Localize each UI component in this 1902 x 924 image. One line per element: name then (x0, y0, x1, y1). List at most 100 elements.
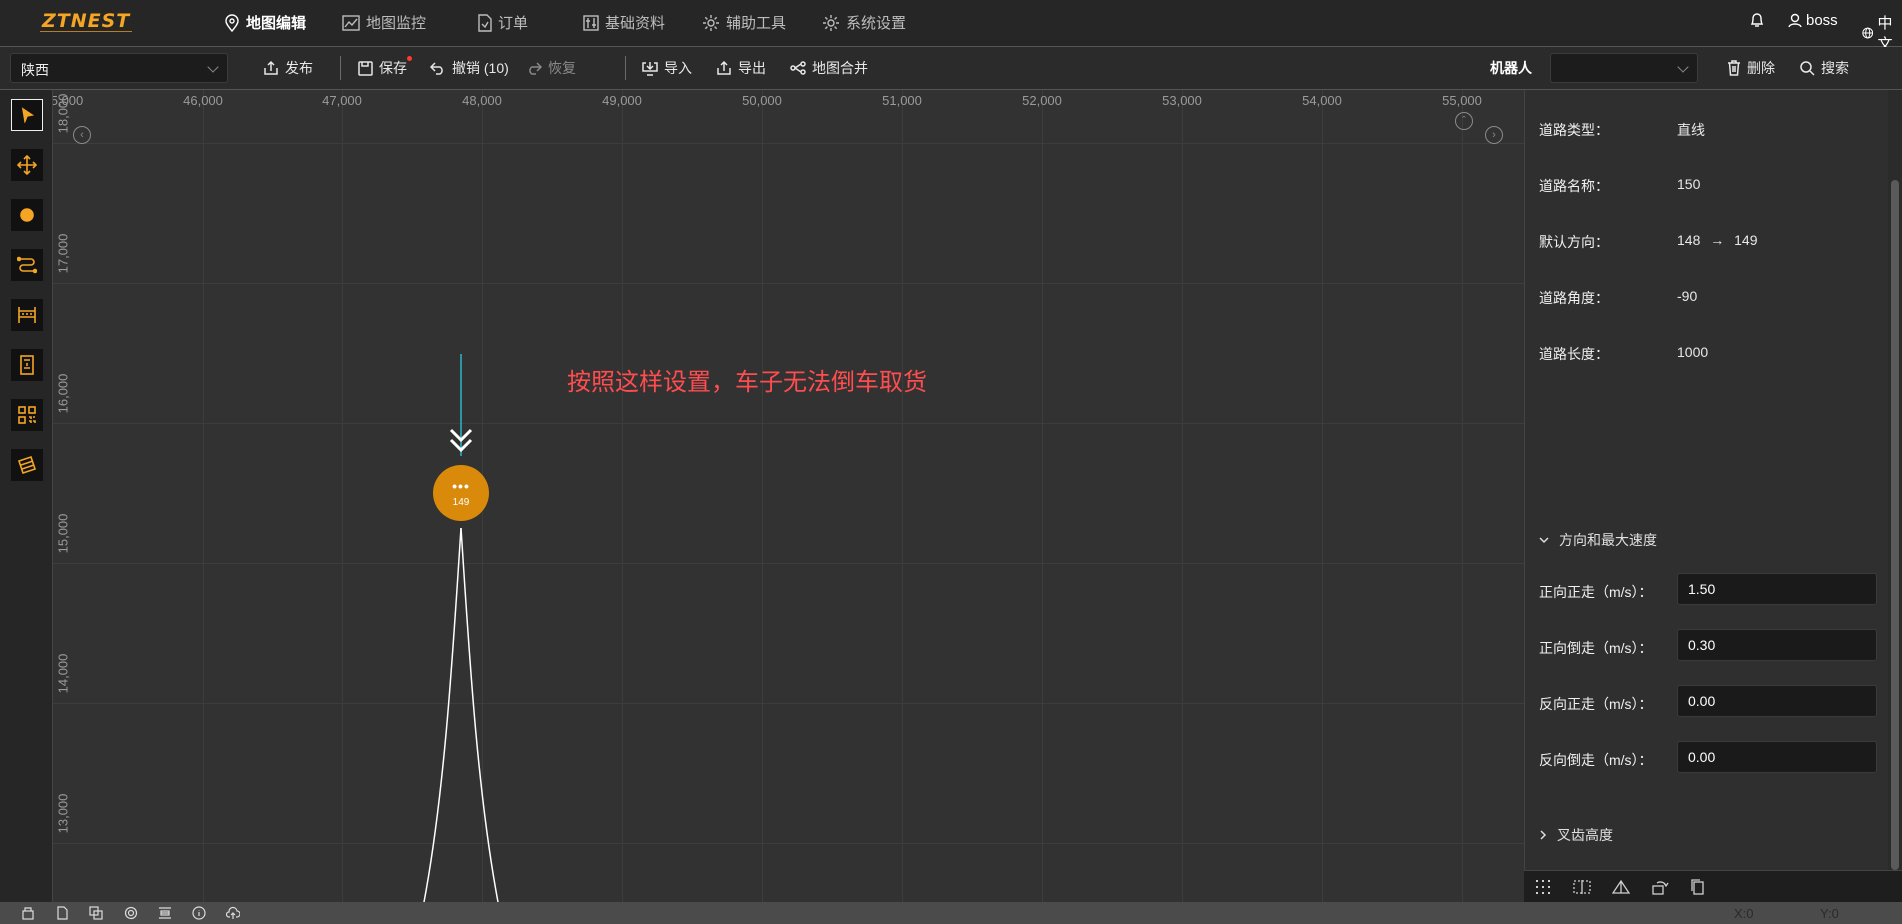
road-angle-value: -90 (1677, 288, 1698, 304)
robot-label-text: 机器人 (1490, 60, 1532, 76)
panel-footer (1524, 870, 1902, 903)
area-icon (17, 455, 37, 475)
user-menu[interactable]: boss (1788, 12, 1838, 29)
grid-dots-icon (1536, 880, 1550, 894)
reverse-reverse-input[interactable]: 0.00 (1677, 741, 1877, 773)
logo-underline (40, 31, 132, 32)
save-button[interactable]: 保存 (358, 58, 407, 78)
region-value: 陕西 (21, 62, 49, 78)
duplicate-button[interactable] (89, 906, 103, 920)
copy-icon (1691, 879, 1704, 895)
region-select[interactable]: 陕西 (10, 53, 228, 83)
device-tool[interactable] (11, 349, 43, 381)
import-label: 导入 (664, 60, 692, 76)
default-direction-value: 148 → 149 (1677, 232, 1758, 248)
x-coordinate: X:0 (1734, 906, 1754, 921)
shelf-tool[interactable] (11, 299, 43, 331)
reverse-reverse-label: 反向倒走（m/s）： (1539, 752, 1653, 768)
layer-button[interactable] (21, 906, 35, 920)
select-tool[interactable] (11, 99, 43, 131)
road-length-value: 1000 (1677, 344, 1709, 360)
robot-select[interactable] (1550, 53, 1698, 83)
chart-line-icon (342, 14, 360, 31)
cloud-upload-icon (225, 906, 241, 919)
unsaved-indicator (407, 56, 412, 61)
path-icon (17, 256, 37, 274)
gear-icon (823, 14, 839, 31)
chevron-down-icon (1539, 537, 1549, 544)
chevron-right-icon (1540, 830, 1547, 840)
publish-button[interactable]: 发布 (263, 58, 313, 78)
list-icon (159, 907, 171, 919)
speed-section-toggle[interactable]: 方向和最大速度 (1539, 530, 1657, 550)
forward-forward-input[interactable]: 1.50 (1677, 573, 1877, 605)
file-button[interactable] (55, 906, 69, 920)
rotate-icon (1652, 881, 1669, 895)
align-button[interactable] (1611, 879, 1631, 895)
cloud-upload-button[interactable] (225, 906, 241, 920)
map-canvas[interactable]: 5,000 46,000 47,000 48,000 49,000 50,000… (53, 90, 1524, 902)
trash-icon (1728, 60, 1740, 76)
nav-map-edit[interactable]: 地图编辑 (224, 12, 306, 33)
map-node-149[interactable]: ••• 149 (433, 465, 489, 521)
search-icon (1800, 61, 1815, 76)
nav-system-settings[interactable]: 系统设置 (822, 12, 906, 33)
road-length-label: 道路长度： (1539, 346, 1609, 362)
save-icon (358, 60, 373, 76)
nav-map-monitor[interactable]: 地图监控 (342, 12, 426, 33)
delete-button[interactable]: 删除 (1727, 58, 1775, 78)
file-icon (57, 906, 68, 920)
delete-label: 删除 (1747, 60, 1775, 76)
sliders-icon (583, 14, 599, 31)
nav-orders[interactable]: 订单 (478, 12, 528, 33)
nav-aux-tools[interactable]: 辅助工具 (702, 12, 786, 33)
undo-button[interactable]: 撤销 (10) (430, 58, 509, 78)
default-direction-label: 默认方向： (1539, 234, 1609, 250)
publish-icon (264, 60, 278, 75)
list-button[interactable] (158, 906, 172, 920)
curve-path[interactable] (423, 527, 462, 902)
copy-button[interactable] (1690, 879, 1708, 895)
map-merge-button[interactable]: 地图合并 (790, 58, 868, 78)
qrcode-icon (18, 406, 36, 424)
map-paths (423, 354, 499, 902)
settings-button[interactable] (124, 906, 138, 920)
nav-basic-data[interactable]: 基础资料 (583, 12, 665, 33)
area-tool[interactable] (11, 449, 43, 481)
bell-icon (1750, 13, 1764, 27)
annotation-text: 按照这样设置，车子无法倒车取货 (567, 368, 927, 396)
search-button[interactable]: 搜索 (1799, 58, 1849, 78)
info-button[interactable] (192, 906, 206, 920)
grid-view-button[interactable] (1534, 879, 1552, 895)
toolbar-divider (340, 56, 341, 80)
split-view-icon (1573, 880, 1591, 894)
property-panel: 道路类型： 直线 道路名称： 150 默认方向： 148 → 149 道路角度：… (1524, 90, 1888, 870)
road-type-value: 直线 (1677, 122, 1705, 138)
redo-label: 恢复 (548, 60, 576, 76)
move-tool[interactable] (11, 149, 43, 181)
scrollbar-thumb[interactable] (1891, 180, 1899, 870)
gear-icon (703, 14, 719, 31)
rotate-button[interactable] (1651, 879, 1669, 895)
undo-label: 撤销 (10) (452, 60, 509, 76)
point-tool[interactable] (11, 199, 43, 231)
forward-reverse-input[interactable]: 0.30 (1677, 629, 1877, 661)
nav-label: 系统设置 (846, 15, 907, 32)
curve-path[interactable] (460, 527, 499, 902)
path-tool[interactable] (11, 249, 43, 281)
split-view-button[interactable] (1573, 879, 1591, 895)
notification-bell[interactable] (1750, 12, 1764, 28)
fork-height-section-toggle[interactable]: 叉齿高度 (1539, 825, 1613, 845)
export-label: 导出 (738, 60, 766, 76)
panel-scrollbar[interactable] (1888, 90, 1902, 870)
export-button[interactable]: 导出 (716, 58, 766, 78)
reverse-forward-input[interactable]: 0.00 (1677, 685, 1877, 717)
import-button[interactable]: 导入 (642, 58, 692, 78)
top-nav-bar: ZTNEST 地图编辑 地图监控 订单 基础资料 辅助工具 系统设置 boss … (0, 0, 1902, 53)
nav-label: 基础资料 (605, 15, 666, 32)
arrow-right-icon: → (1710, 232, 1725, 248)
forward-reverse-label: 正向倒走（m/s）： (1539, 640, 1653, 656)
redo-button[interactable]: 恢复 (526, 58, 576, 78)
tool-palette (0, 90, 53, 902)
qrcode-tool[interactable] (11, 399, 43, 431)
